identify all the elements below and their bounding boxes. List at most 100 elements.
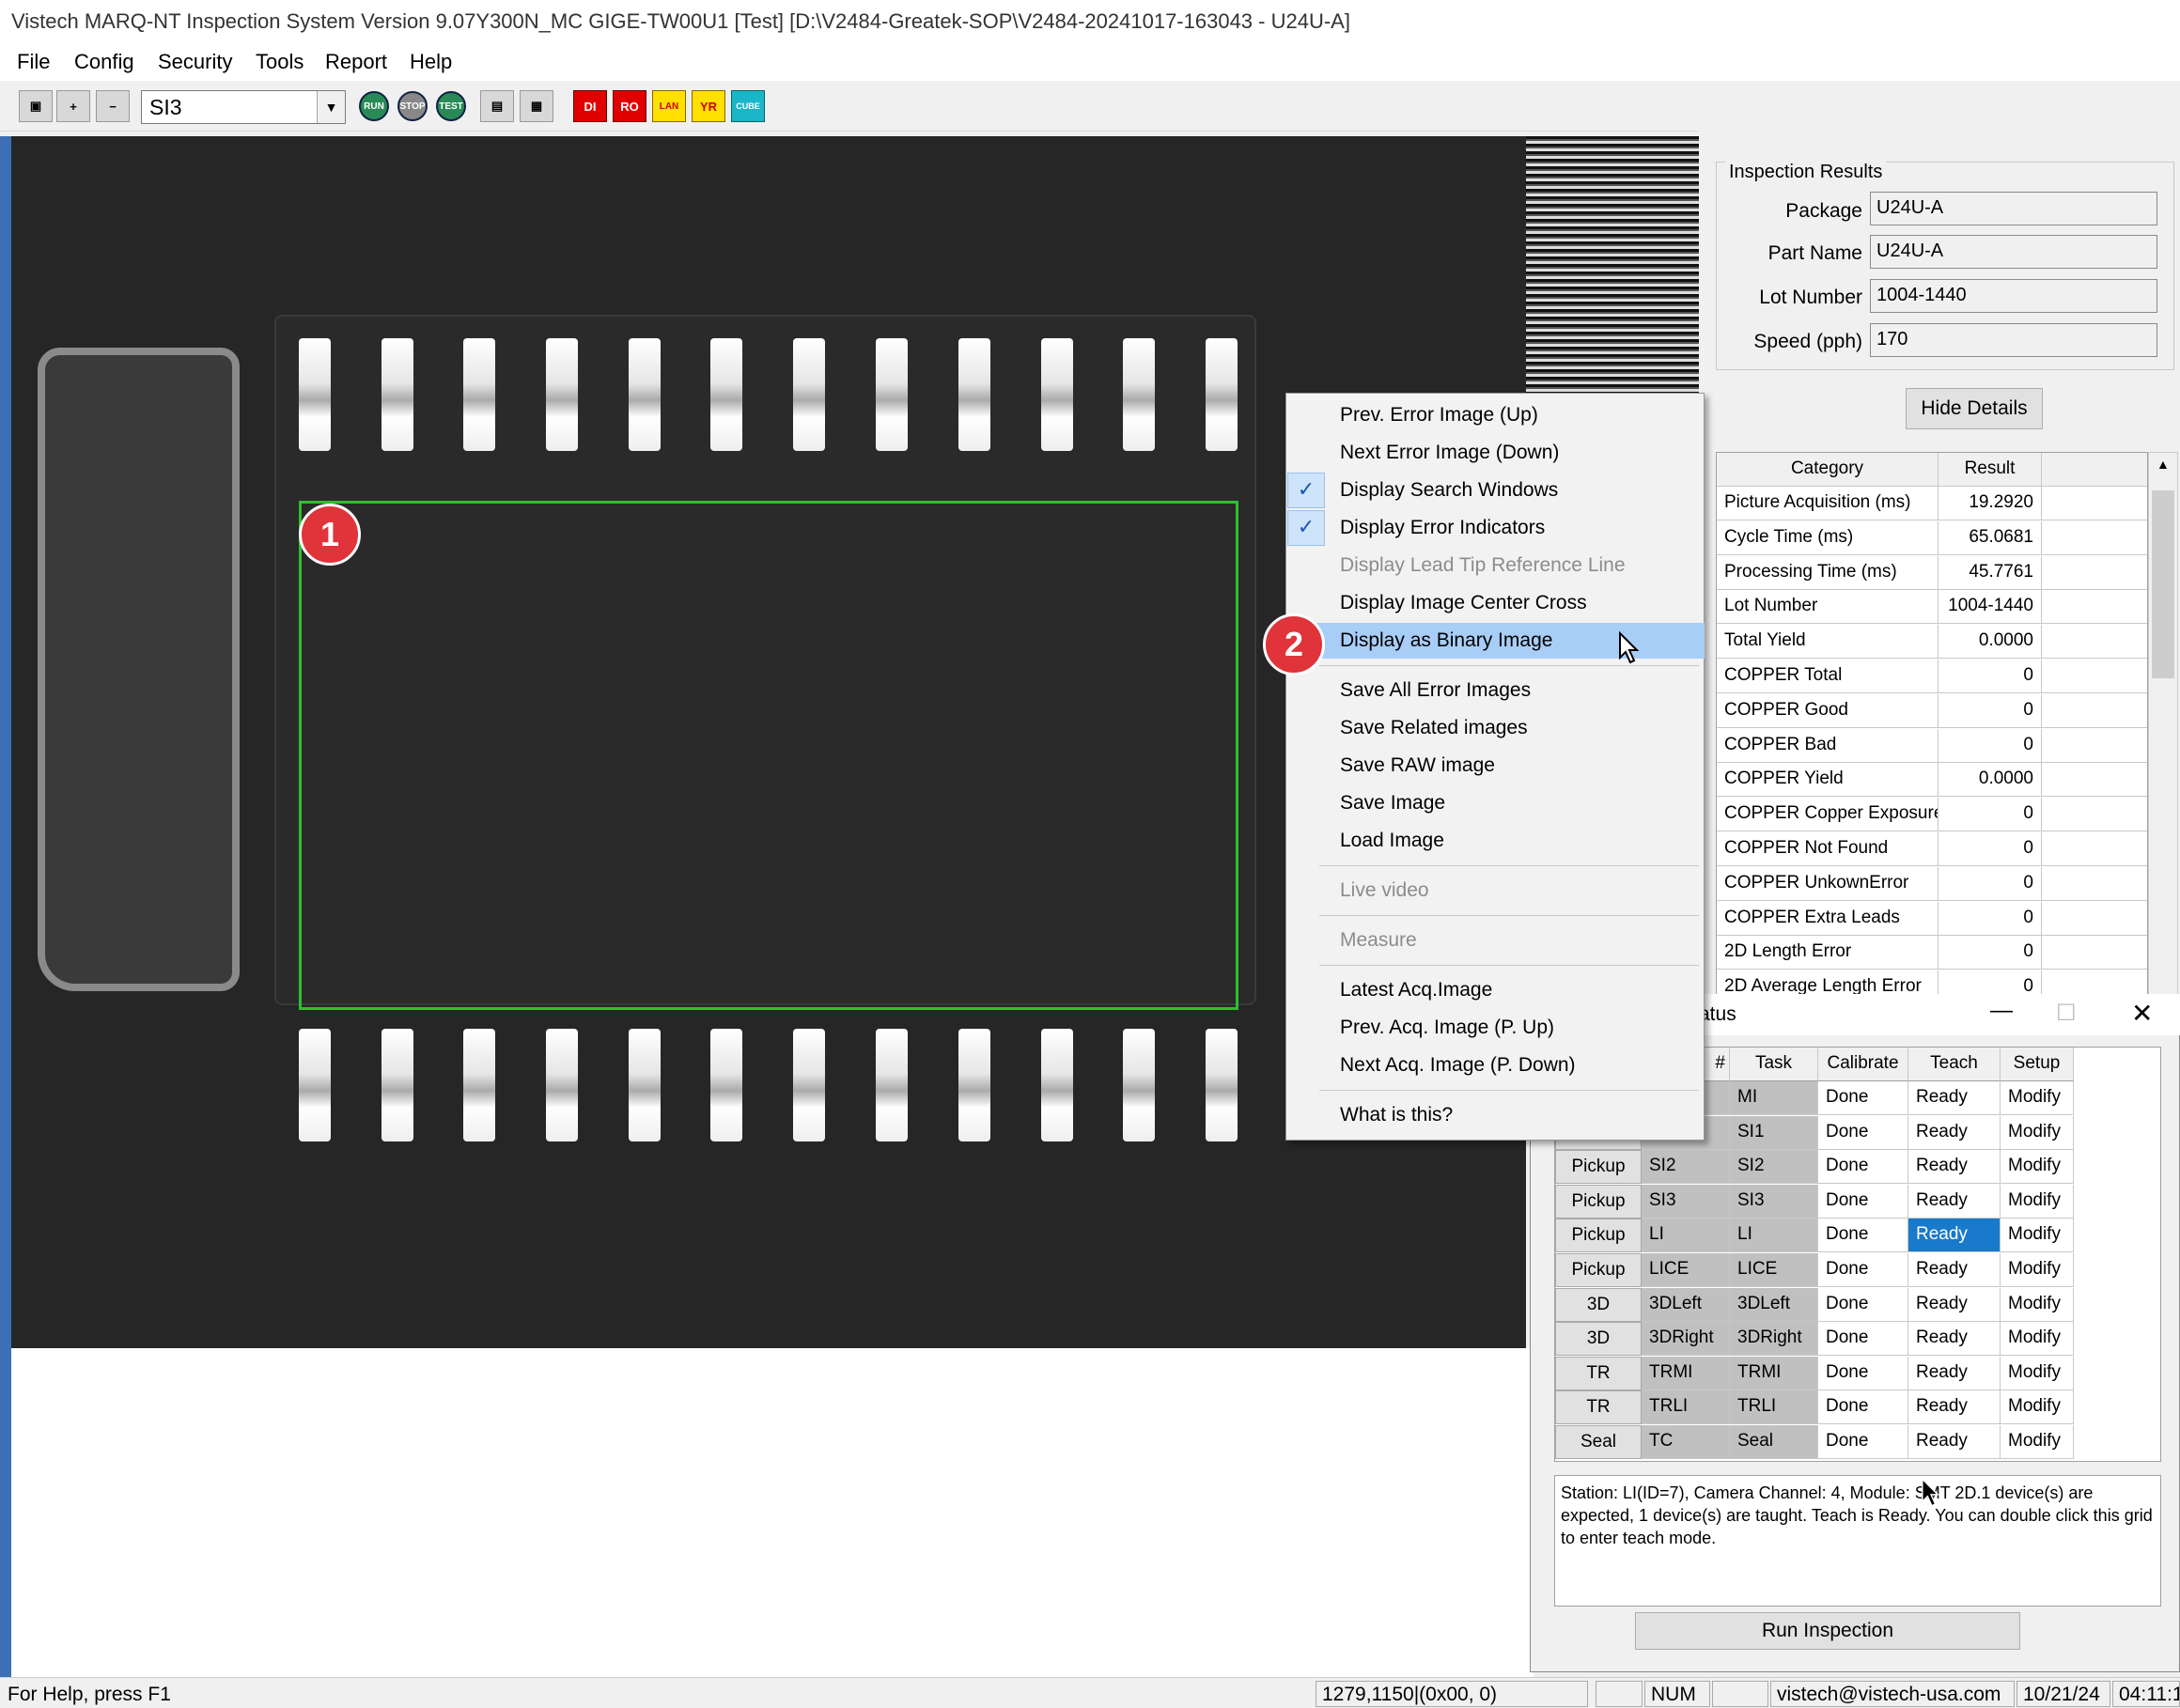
calibrate-status[interactable]: Done <box>1818 1184 1908 1219</box>
station-button[interactable]: Pickup <box>1555 1253 1642 1287</box>
calibrate-status[interactable]: Done <box>1818 1219 1908 1253</box>
table-row[interactable]: COPPER UnkownError 0 <box>1717 866 2147 901</box>
menu-latest-acq-image[interactable]: Latest Acq.Image <box>1285 972 1705 1008</box>
station-button[interactable]: TR <box>1555 1390 1642 1425</box>
yr-button[interactable]: YR <box>692 90 725 122</box>
table-row[interactable]: COPPER Copper Exposure 0 <box>1717 798 2147 832</box>
station-button[interactable]: 3D <box>1555 1287 1642 1322</box>
table-row[interactable]: COPPER Bad 0 <box>1717 728 2147 763</box>
menu-load-image[interactable]: Load Image <box>1285 823 1705 859</box>
column-header[interactable]: Task <box>1730 1048 1818 1081</box>
station-select[interactable]: SI3 ▼ <box>141 90 346 124</box>
teach-status[interactable]: Ready <box>1908 1219 2001 1253</box>
table-row[interactable]: COPPER Total 0 <box>1717 660 2147 693</box>
menu-save-raw-image[interactable]: Save RAW image <box>1285 748 1705 784</box>
column-header-result[interactable]: Result <box>1939 453 2042 487</box>
table-row[interactable]: COPPER Good 0 <box>1717 693 2147 728</box>
menu-help[interactable]: Help <box>410 43 452 74</box>
test-button[interactable]: TEST <box>434 90 468 122</box>
station-button[interactable]: Pickup <box>1555 1150 1642 1185</box>
thumbnail-strip[interactable] <box>1526 136 1699 395</box>
results-table[interactable]: Category Result Picture Acquisition (ms) 19… <box>1716 452 2148 995</box>
menu-display-as-binary-image[interactable]: Display as Binary Image <box>1285 623 1705 659</box>
teach-status[interactable]: Ready <box>1908 1184 2001 1219</box>
menu-save-image[interactable]: Save Image <box>1285 785 1705 821</box>
hide-details-button[interactable]: Hide Details <box>1906 388 2043 429</box>
station-button[interactable]: TR <box>1555 1356 1642 1390</box>
stop-button[interactable]: STOP <box>396 90 429 122</box>
station-button[interactable]: Seal <box>1555 1425 1642 1459</box>
setup-status[interactable]: Modify <box>2001 1425 2074 1459</box>
teach-status[interactable]: Ready <box>1908 1322 2001 1357</box>
run-inspection-button[interactable]: Run Inspection <box>1635 1612 2020 1650</box>
table-row[interactable]: 2D Length Error 0 <box>1717 936 2147 970</box>
column-header[interactable]: Setup <box>2001 1048 2074 1081</box>
camera-icon[interactable]: ▣ <box>19 90 53 122</box>
calibrate-status[interactable]: Done <box>1818 1287 1908 1322</box>
menu-display-image-center-cross[interactable]: Display Image Center Cross <box>1285 585 1705 621</box>
menu-file[interactable]: File <box>17 43 50 74</box>
close-icon[interactable]: ✕ <box>2131 998 2153 1029</box>
setup-status[interactable]: Modify <box>2001 1390 2074 1425</box>
search-window-box[interactable] <box>299 501 1238 1010</box>
teach-status[interactable]: Ready <box>1908 1425 2001 1459</box>
station-button[interactable]: Pickup <box>1555 1184 1642 1219</box>
ro-button[interactable]: RO <box>613 90 646 122</box>
calibrate-status[interactable]: Done <box>1818 1150 1908 1185</box>
menu-save-all-error-images[interactable]: Save All Error Images <box>1285 673 1705 708</box>
station-button[interactable]: Pickup <box>1555 1219 1642 1253</box>
calibrate-status[interactable]: Done <box>1818 1081 1908 1115</box>
di-button[interactable]: DI <box>573 90 607 122</box>
zoom-in-icon[interactable]: + <box>56 90 90 122</box>
calibrate-status[interactable]: Done <box>1818 1115 1908 1150</box>
setup-status[interactable]: Modify <box>2001 1287 2074 1322</box>
scroll-thumb[interactable] <box>2152 490 2174 678</box>
lan-button[interactable]: LAN <box>652 90 686 122</box>
teach-status[interactable]: Ready <box>1908 1150 2001 1185</box>
table-row[interactable]: Picture Acquisition (ms) 19.2920 <box>1717 487 2147 520</box>
teach-status[interactable]: Ready <box>1908 1081 2001 1115</box>
setup-status[interactable]: Modify <box>2001 1150 2074 1185</box>
maximize-icon[interactable]: ☐ <box>2056 1000 2077 1027</box>
table-row[interactable]: Cycle Time (ms) 65.0681 <box>1717 520 2147 555</box>
results-scrollbar[interactable]: ▲ <box>2148 452 2178 995</box>
chevron-down-icon[interactable]: ▼ <box>317 91 345 123</box>
menu-prev-error-image[interactable]: Prev. Error Image (Up) <box>1285 397 1705 433</box>
save-log-icon[interactable]: ▦ <box>520 90 553 122</box>
table-row[interactable]: Total Yield 0.0000 <box>1717 625 2147 660</box>
teach-status[interactable]: Ready <box>1908 1356 2001 1390</box>
calibrate-status[interactable]: Done <box>1818 1425 1908 1459</box>
zoom-out-icon[interactable]: − <box>96 90 130 122</box>
column-header[interactable]: Calibrate <box>1818 1048 1908 1081</box>
menu-prev-acq-image[interactable]: Prev. Acq. Image (P. Up) <box>1285 1010 1705 1046</box>
teach-status[interactable]: Ready <box>1908 1115 2001 1150</box>
setup-status[interactable]: Modify <box>2001 1219 2074 1253</box>
setup-status[interactable]: Modify <box>2001 1356 2074 1390</box>
teach-status[interactable]: Ready <box>1908 1253 2001 1287</box>
menu-display-search-windows[interactable]: Display Search Windows <box>1285 473 1705 508</box>
column-header-category[interactable]: Category <box>1717 453 1939 487</box>
scroll-up-icon[interactable]: ▲ <box>2157 457 2170 472</box>
menu-next-acq-image[interactable]: Next Acq. Image (P. Down) <box>1285 1048 1705 1083</box>
setup-status[interactable]: Modify <box>2001 1184 2074 1219</box>
calibrate-status[interactable]: Done <box>1818 1390 1908 1425</box>
menu-config[interactable]: Config <box>74 43 134 74</box>
menu-next-error-image[interactable]: Next Error Image (Down) <box>1285 435 1705 471</box>
setup-status[interactable]: Modify <box>2001 1115 2074 1150</box>
menu-tools[interactable]: Tools <box>256 43 304 74</box>
table-row[interactable]: 2D Average Length Error 0 <box>1717 970 2147 994</box>
table-row[interactable]: COPPER Yield 0.0000 <box>1717 763 2147 798</box>
table-row[interactable]: Processing Time (ms) 45.7761 <box>1717 555 2147 590</box>
setup-status[interactable]: Modify <box>2001 1081 2074 1115</box>
calibrate-status[interactable]: Done <box>1818 1253 1908 1287</box>
cube-button[interactable]: CUBE <box>731 90 765 122</box>
menu-what-is-this[interactable]: What is this? <box>1285 1097 1705 1133</box>
table-row[interactable]: Lot Number 1004-1440 <box>1717 590 2147 625</box>
table-row[interactable]: COPPER Extra Leads 0 <box>1717 901 2147 936</box>
station-button[interactable]: 3D <box>1555 1322 1642 1357</box>
column-header[interactable]: Teach <box>1908 1048 2001 1081</box>
menu-security[interactable]: Security <box>158 43 232 74</box>
run-button[interactable]: RUN <box>357 90 391 122</box>
open-folder-icon[interactable]: ▤ <box>480 90 514 122</box>
minimize-icon[interactable]: — <box>1990 998 2013 1024</box>
